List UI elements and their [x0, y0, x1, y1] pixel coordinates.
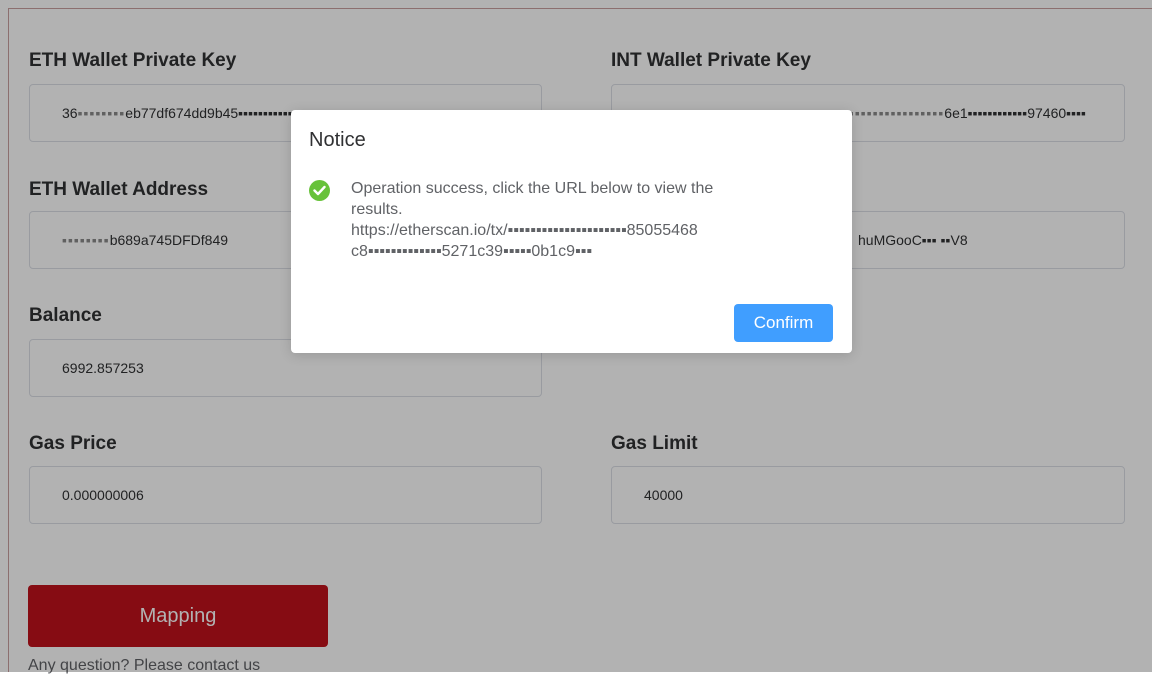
dialog-message-line1: Operation success, click the URL below t… [351, 180, 714, 197]
dialog-title: Notice [309, 129, 366, 151]
confirm-button[interactable]: Confirm [734, 304, 833, 342]
notice-dialog: Notice Operation success, click the URL … [291, 110, 852, 353]
tx-url-line2[interactable]: c8▪▪▪▪▪▪▪▪▪▪▪▪▪5271c39▪▪▪▪▪0b1c9▪▪▪ [351, 241, 836, 262]
tx-url-line1[interactable]: https://etherscan.io/tx/▪▪▪▪▪▪▪▪▪▪▪▪▪▪▪▪… [351, 220, 836, 241]
check-circle-icon [309, 180, 330, 201]
dialog-message: Operation success, click the URL below t… [351, 178, 836, 262]
dialog-message-line2: results. [351, 201, 403, 218]
